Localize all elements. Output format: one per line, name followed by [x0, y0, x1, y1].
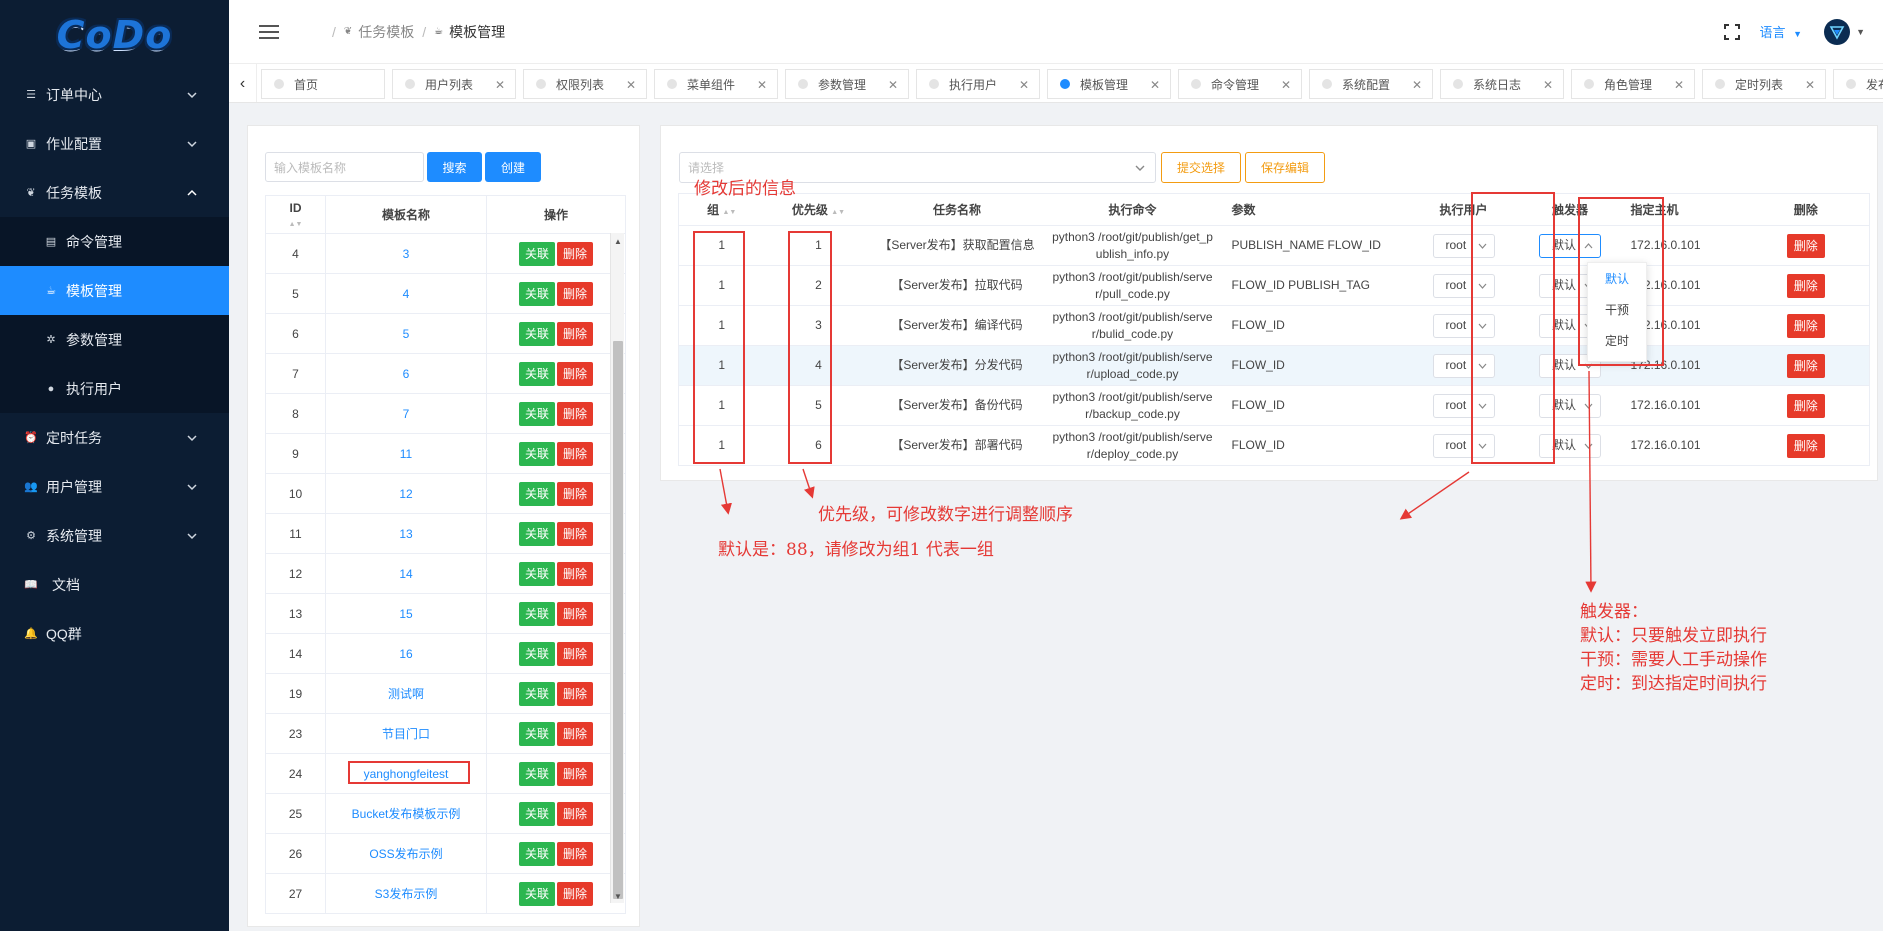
- annotation-group-note: 默认是：88，请修改为组1 代表一组: [718, 540, 994, 560]
- arrow-exec-user: [1399, 471, 1470, 520]
- arrow-group: [719, 468, 732, 515]
- annotation-arrows: [719, 370, 1597, 593]
- annotation-trigger-title: 触发器：: [1580, 602, 1648, 622]
- arrow-priority: [802, 468, 815, 499]
- annotation-trigger-timed: 定时：到达指定时间执行: [1580, 674, 1767, 694]
- annotation-trigger-legend: 触发器： 默认：只要触发立即执行 干预：需要人工手动操作 定时：到达指定时间执行: [1580, 600, 1767, 696]
- annotation-trigger-intervene: 干预：需要人工手动操作: [1580, 650, 1767, 670]
- annotation-trigger-default: 默认：只要触发立即执行: [1580, 626, 1767, 646]
- arrow-trigger: [1585, 370, 1597, 593]
- annotation-priority-note: 优先级，可修改数字进行调整顺序: [818, 505, 1073, 525]
- annotation-modified-info: 修改后的信息: [694, 179, 796, 199]
